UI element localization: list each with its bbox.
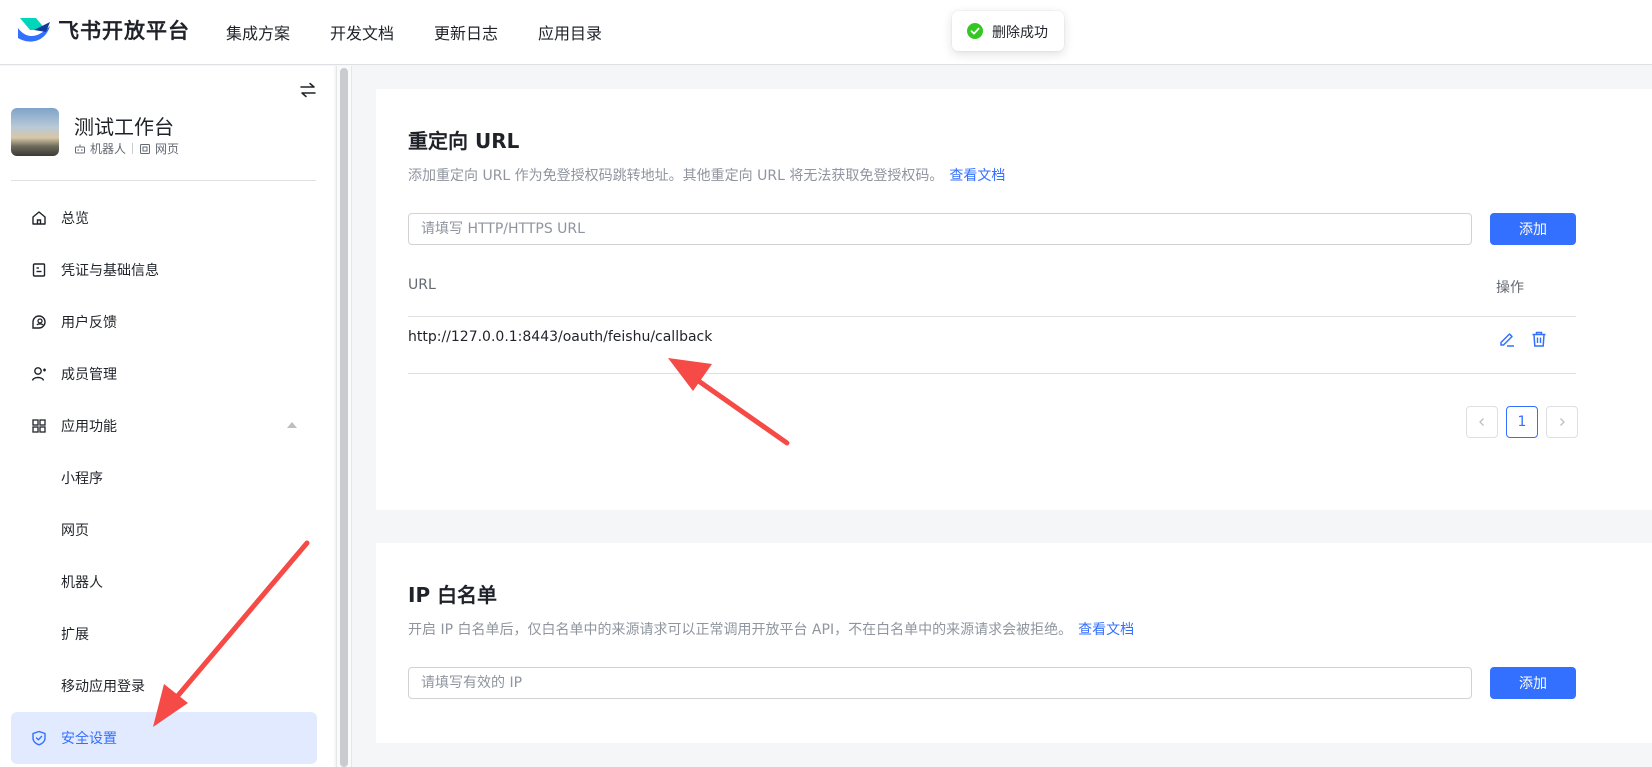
sidebar-item-label: 移动应用登录 xyxy=(61,679,145,695)
nav-app-directory[interactable]: 应用目录 xyxy=(538,20,602,44)
delete-icon[interactable] xyxy=(1530,330,1548,348)
sidebar-item-label: 扩展 xyxy=(61,627,89,643)
table-divider xyxy=(408,316,1576,317)
redirect-url-card: 重定向 URL 添加重定向 URL 作为免登授权码跳转地址。其他重定向 URL … xyxy=(376,89,1652,510)
ip-whitelist-card: IP 白名单 开启 IP 白名单后，仅白名单中的来源请求可以正常调用开放平台 A… xyxy=(376,543,1652,743)
toast-message: 删除成功 xyxy=(992,25,1048,41)
redirect-url-input[interactable] xyxy=(408,213,1472,245)
sidebar-item-mini-program[interactable]: 小程序 xyxy=(11,452,317,504)
ip-whitelist-desc-text: 开启 IP 白名单后，仅白名单中的来源请求可以正常调用开放平台 API，不在白名… xyxy=(408,622,1073,638)
column-header-url: URL xyxy=(408,277,436,293)
next-page-button[interactable] xyxy=(1546,406,1578,438)
robot-icon xyxy=(75,144,85,153)
app-tag-bot: 机器人 xyxy=(90,142,127,156)
success-toast: 删除成功 xyxy=(952,11,1064,51)
user-icon xyxy=(31,367,46,381)
sidebar-item-label: 网页 xyxy=(61,523,89,539)
nav-dev-docs[interactable]: 开发文档 xyxy=(330,20,394,44)
app-avatar xyxy=(11,108,59,156)
app-name: 测试工作台 xyxy=(74,115,174,139)
chevron-up-icon[interactable] xyxy=(287,422,297,428)
redirect-doc-link[interactable]: 查看文档 xyxy=(949,168,1005,184)
sidebar-item-credentials[interactable]: 凭证与基础信息 xyxy=(11,244,317,296)
ip-whitelist-title: IP 白名单 xyxy=(408,583,498,607)
app-tags: 机器人 网页 xyxy=(74,140,179,157)
edit-icon[interactable] xyxy=(1498,330,1516,348)
sidebar-item-label: 小程序 xyxy=(61,471,103,487)
ip-input[interactable] xyxy=(408,667,1472,699)
chevron-right-icon xyxy=(1560,418,1565,426)
sidebar-item-label: 成员管理 xyxy=(61,367,117,383)
prev-page-button[interactable] xyxy=(1466,406,1498,438)
top-navbar: 飞书开放平台 集成方案 开发文档 更新日志 应用目录 删除成功 xyxy=(0,0,1652,65)
table-row-url: http://127.0.0.1:8443/oauth/feishu/callb… xyxy=(408,329,713,345)
column-header-action: 操作 xyxy=(1496,280,1524,296)
sidebar-item-label: 应用功能 xyxy=(61,419,117,435)
ip-whitelist-description: 开启 IP 白名单后，仅白名单中的来源请求可以正常调用开放平台 API，不在白名… xyxy=(408,619,1134,639)
nav-integration[interactable]: 集成方案 xyxy=(226,20,290,44)
sidebar-item-label: 总览 xyxy=(61,211,89,227)
sidebar-item-label: 机器人 xyxy=(61,575,103,591)
sidebar-item-extensions[interactable]: 扩展 xyxy=(11,608,317,660)
sidebar-item-members[interactable]: 成员管理 xyxy=(11,348,317,400)
add-ip-button[interactable]: 添加 xyxy=(1490,667,1576,699)
webpage-icon xyxy=(140,143,151,154)
sidebar-scrollbar-thumb[interactable] xyxy=(340,68,348,767)
sidebar-item-label: 安全设置 xyxy=(61,731,117,747)
chevron-left-icon xyxy=(1479,418,1484,426)
sidebar-item-app-features[interactable]: 应用功能 xyxy=(11,400,317,452)
credential-icon xyxy=(32,263,46,277)
sidebar-item-overview[interactable]: 总览 xyxy=(11,192,317,244)
sidebar-item-label: 用户反馈 xyxy=(61,315,117,331)
sidebar-item-webpage[interactable]: 网页 xyxy=(11,504,317,556)
sidebar-item-bot[interactable]: 机器人 xyxy=(11,556,317,608)
table-divider xyxy=(408,373,1576,374)
redirect-url-title: 重定向 URL xyxy=(408,129,520,153)
ip-whitelist-doc-link[interactable]: 查看文档 xyxy=(1078,622,1134,638)
app-tag-web: 网页 xyxy=(155,142,180,156)
shield-icon xyxy=(32,730,46,746)
sidebar-item-security[interactable]: 安全设置 xyxy=(11,712,317,764)
collapse-sidebar-icon[interactable] xyxy=(298,80,318,100)
redirect-url-description: 添加重定向 URL 作为免登授权码跳转地址。其他重定向 URL 将无法获取免登授… xyxy=(408,165,1005,185)
success-check-icon xyxy=(967,23,983,39)
sidebar: 测试工作台 机器人 网页 总览 凭证与基础信息 用户反馈 成员管理 应用功能 小… xyxy=(0,66,334,767)
redirect-url-desc-text: 添加重定向 URL 作为免登授权码跳转地址。其他重定向 URL 将无法获取免登授… xyxy=(408,168,944,184)
sidebar-item-feedback[interactable]: 用户反馈 xyxy=(11,296,317,348)
page-number-button[interactable]: 1 xyxy=(1506,406,1538,438)
feishu-logo-icon[interactable] xyxy=(16,14,52,46)
sidebar-divider xyxy=(11,180,316,181)
feedback-icon xyxy=(32,315,46,329)
nav-changelog[interactable]: 更新日志 xyxy=(434,20,498,44)
add-redirect-url-button[interactable]: 添加 xyxy=(1490,213,1576,245)
sidebar-item-label: 凭证与基础信息 xyxy=(61,263,159,279)
brand-title[interactable]: 飞书开放平台 xyxy=(58,15,190,45)
sidebar-item-mobile-login[interactable]: 移动应用登录 xyxy=(11,660,317,712)
home-icon xyxy=(32,211,46,225)
apps-grid-icon xyxy=(32,419,46,433)
